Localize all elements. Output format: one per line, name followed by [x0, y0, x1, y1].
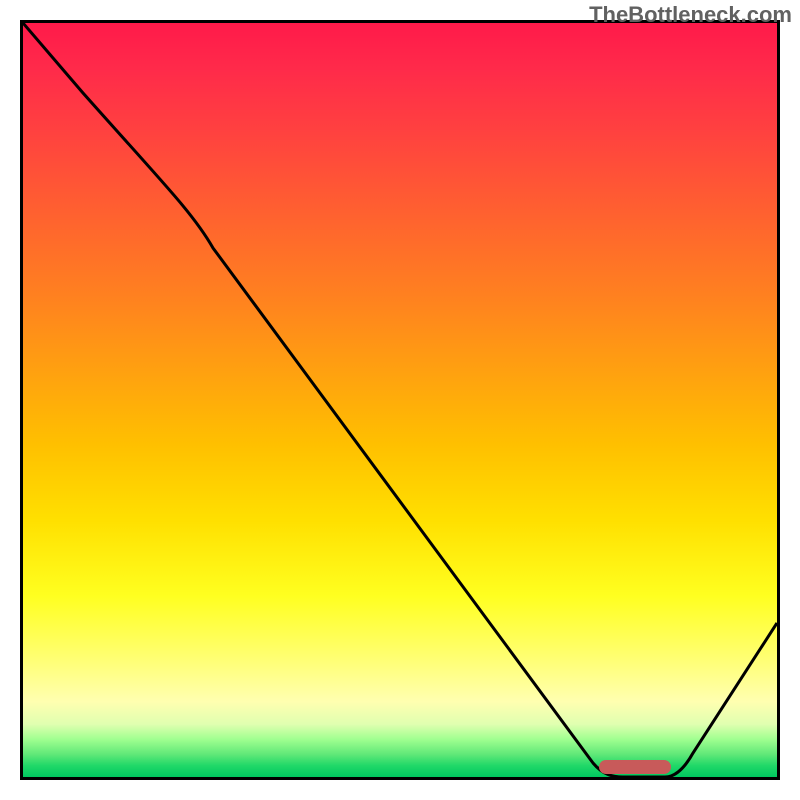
optimal-marker: [599, 760, 671, 774]
curve-line: [23, 23, 777, 777]
chart-plot-area: [20, 20, 780, 780]
watermark-text: TheBottleneck.com: [589, 2, 792, 28]
